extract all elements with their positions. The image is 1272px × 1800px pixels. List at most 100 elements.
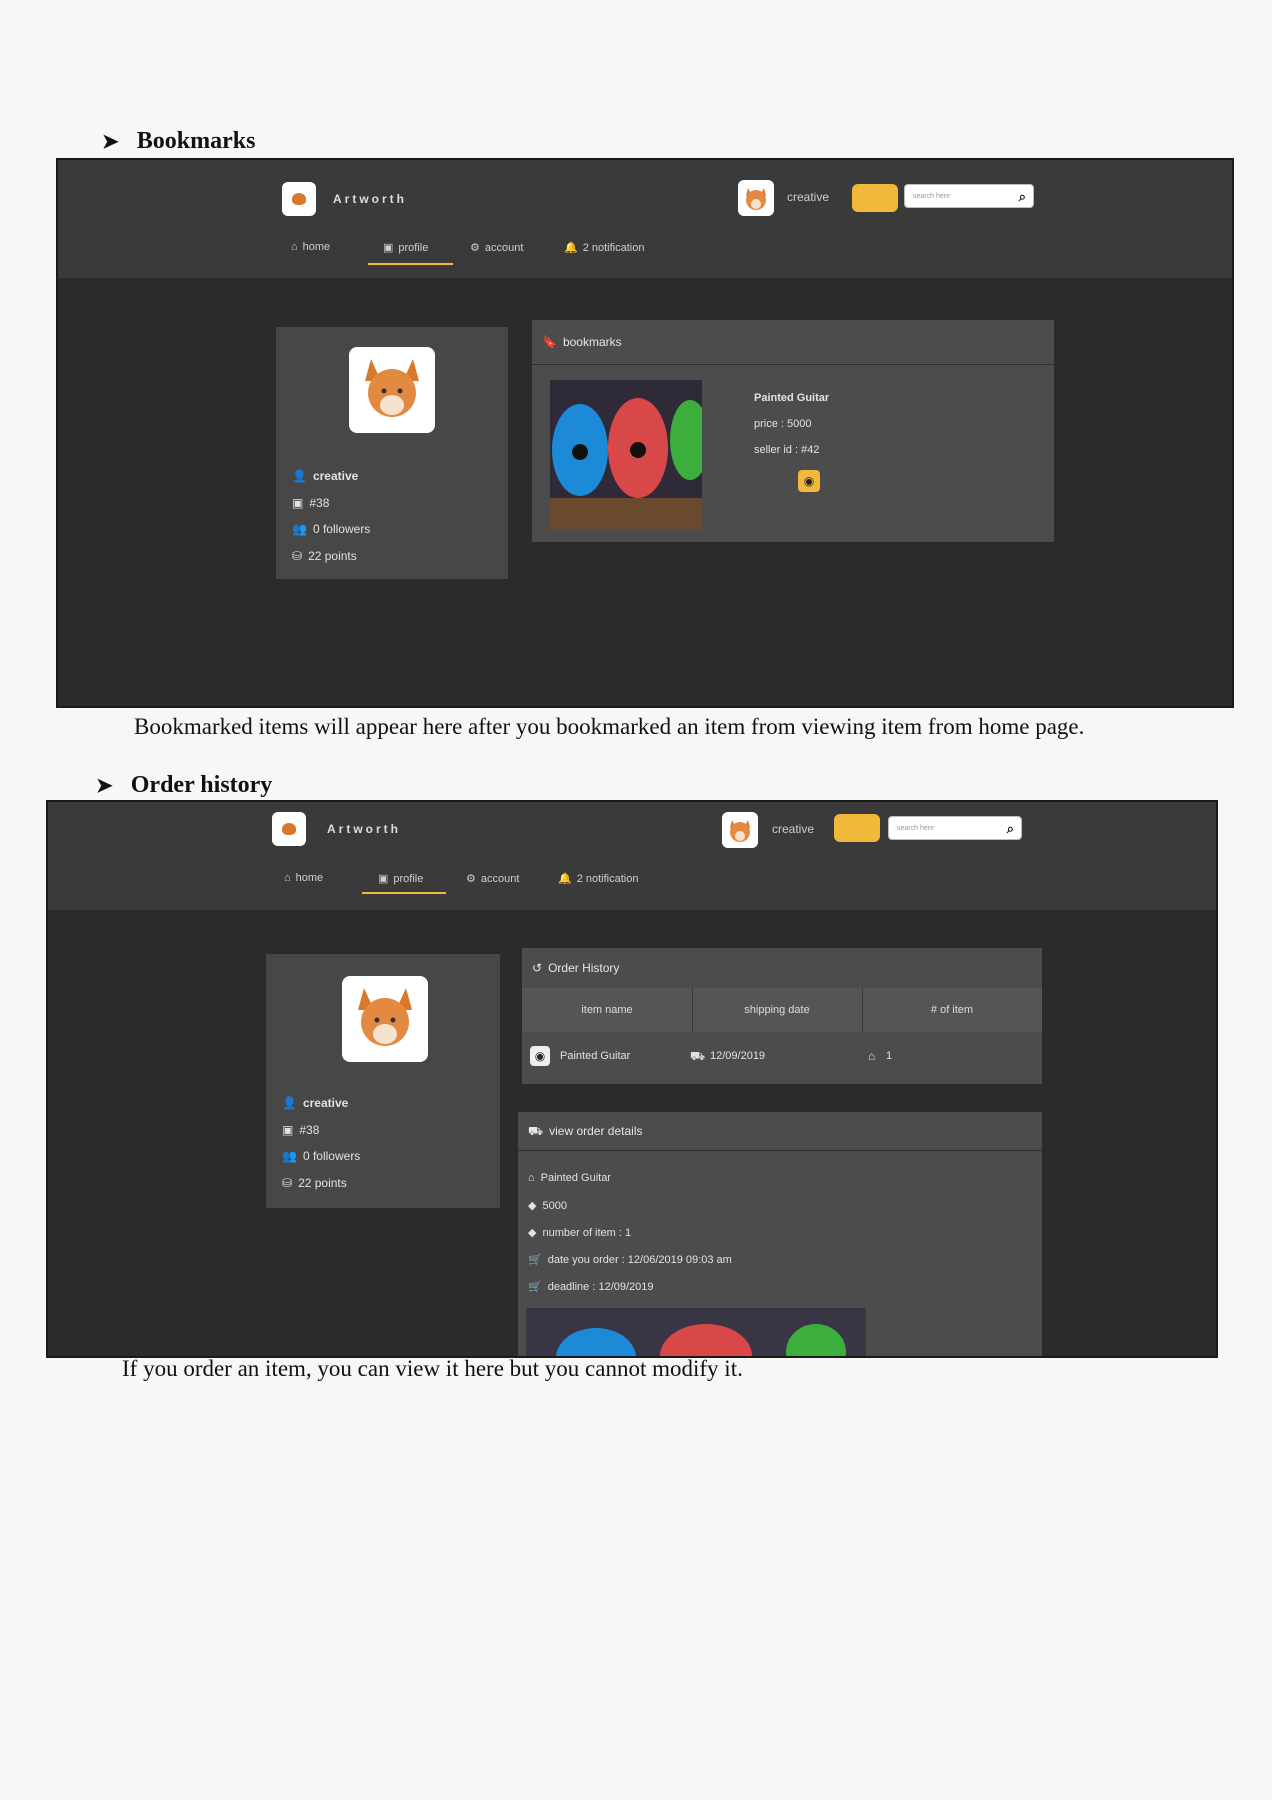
search-icon[interactable]: ⌕ [1019,185,1026,209]
bookmarks-panel-header: 🔖 bookmarks [532,320,1054,365]
bookmarks-screenshot: Artworth creative search here ⌕ ⌂ home ▣ p… [56,158,1234,708]
bookmark-item-price: price : 5000 [754,418,812,430]
nav-notification-label: 2 notification [576,873,639,885]
store-icon: ⌂ [528,1172,535,1184]
arrow-bullet-icon: ➤ [96,775,113,797]
search-input[interactable]: search here ⌕ [904,184,1034,208]
search-button[interactable] [852,184,898,212]
profile-name-text: creative [312,469,359,483]
profile-points: ⛁ 22 points [282,1176,347,1190]
nav-active-underline [368,263,453,265]
nav-notification[interactable]: 🔔 2 notification [558,872,638,885]
nav-active-underline [362,892,446,894]
order-detail-quantity: ◆ number of item : 1 [528,1226,631,1239]
bell-icon: 🔔 [558,873,572,885]
profile-card: 👤 creative ▣ #38 👥 0 followers ⛁ 22 points [276,327,508,579]
order-detail-order-date-text: date you order : 12/06/2019 09:03 am [547,1254,732,1266]
bell-icon: 🔔 [564,242,578,254]
profile-card: 👤 creative ▣ #38 👥 0 followers ⛁ 22 points [266,954,500,1208]
profile-points-text: 22 points [308,549,357,563]
order-row-item-name: Painted Guitar [560,1050,631,1062]
profile-followers-text: 0 followers [312,522,371,536]
user-avatar[interactable] [722,812,758,848]
nav-home[interactable]: ⌂ home [291,241,330,253]
bookmarks-heading: bookmarks [562,335,622,349]
gears-icon: ⚙ [466,873,476,885]
bookmarks-panel: 🔖 bookmarks Painted Guitar price : 5000 s… [532,320,1054,542]
id-card-icon: ▣ [378,873,389,885]
guitar-image[interactable] [550,380,702,530]
order-history-panel: ↺ Order History item name shipping date #… [522,948,1042,1084]
profile-id: ▣ #38 [282,1123,319,1137]
order-detail-deadline: 🛒 deadline : 12/09/2019 [528,1280,654,1293]
order-history-caption: If you order an item, you can view it he… [122,1356,743,1381]
view-order-button[interactable]: ◉ [530,1046,550,1066]
nav-account-label: account [480,873,520,885]
user-avatar[interactable] [738,180,774,216]
id-card-icon: ▣ [383,242,394,254]
order-detail-order-date: 🛒 date you order : 12/06/2019 09:03 am [528,1253,732,1266]
bookmark-item-seller: seller id : #42 [754,444,820,456]
username[interactable]: creative [772,822,814,836]
eye-icon: ◉ [803,474,815,488]
search-icon[interactable]: ⌕ [1007,817,1014,841]
nav-notification[interactable]: 🔔 2 notification [564,241,644,254]
section-heading-order-history: ➤ Order history [96,772,272,799]
users-icon: 👥 [292,522,307,536]
username[interactable]: creative [787,190,829,204]
users-icon: 👥 [282,1149,297,1163]
profile-avatar [349,347,435,433]
profile-followers: 👥 0 followers [292,522,370,536]
cart-icon: 🛒 [528,1254,542,1266]
search-input[interactable]: search here ⌕ [888,816,1022,840]
nav-home[interactable]: ⌂ home [284,872,323,884]
nav-profile[interactable]: ▣ profile [378,872,423,885]
profile-name-text: creative [302,1096,349,1110]
order-guitar-image [526,1308,866,1356]
order-detail-name: ⌂ Painted Guitar [528,1172,611,1184]
brand-name: Artworth [333,192,407,206]
view-item-button[interactable]: ◉ [798,470,820,492]
bookmarks-caption: Bookmarked items will appear here after … [134,714,1085,739]
section-heading-bookmarks: ➤ Bookmarks [102,128,255,155]
order-detail-deadline-text: deadline : 12/09/2019 [547,1281,654,1293]
id-badge-icon: ▣ [292,496,304,510]
profile-id-text: #38 [309,496,330,510]
profile-points-text: 22 points [298,1176,347,1190]
app-header [58,160,1232,278]
brand-logo[interactable] [282,182,316,216]
order-details-header: ⛟ view order details [518,1112,1042,1151]
nav-notification-label: 2 notification [582,242,645,254]
order-history-header: ↺ Order History [522,948,1042,989]
order-history-screenshot: Artworth creative search here ⌕ ⌂ home ▣ p… [46,800,1218,1358]
truck-icon: ⛟ [690,1049,706,1063]
search-placeholder: search here [897,825,934,832]
nav-profile[interactable]: ▣ profile [383,241,428,254]
search-placeholder: search here [913,193,950,200]
nav-account[interactable]: ⚙ account [470,241,523,254]
nav-home-label: home [302,241,331,253]
section-heading-text: Order history [130,772,273,798]
search-button[interactable] [834,814,880,842]
column-header-item-count: # of item [930,1004,974,1016]
brand-name: Artworth [327,822,401,836]
profile-id: ▣ #38 [292,496,329,510]
user-icon: 👤 [282,1096,297,1110]
cart-icon: 🛒 [528,1281,542,1293]
id-badge-icon: ▣ [282,1123,294,1137]
brand-logo[interactable] [272,812,306,846]
gears-icon: ⚙ [470,242,480,254]
order-detail-quantity-text: number of item : 1 [542,1227,632,1239]
profile-name: 👤 creative [282,1096,348,1110]
order-row-shipping-date: 12/09/2019 [710,1050,766,1062]
app-header [48,802,1216,910]
order-details-heading: view order details [549,1124,643,1138]
nav-account[interactable]: ⚙ account [466,872,519,885]
order-detail-name-text: Painted Guitar [540,1172,611,1184]
table-row[interactable]: ◉ Painted Guitar ⛟ 12/09/2019 ⌂ 1 [522,1032,1042,1084]
coins-icon: ⛁ [292,549,303,563]
arrow-bullet-icon: ➤ [102,131,119,153]
column-header-shipping-date: shipping date [744,1004,810,1016]
truck-icon: ⛟ [528,1124,544,1138]
order-history-heading: Order History [548,961,620,975]
